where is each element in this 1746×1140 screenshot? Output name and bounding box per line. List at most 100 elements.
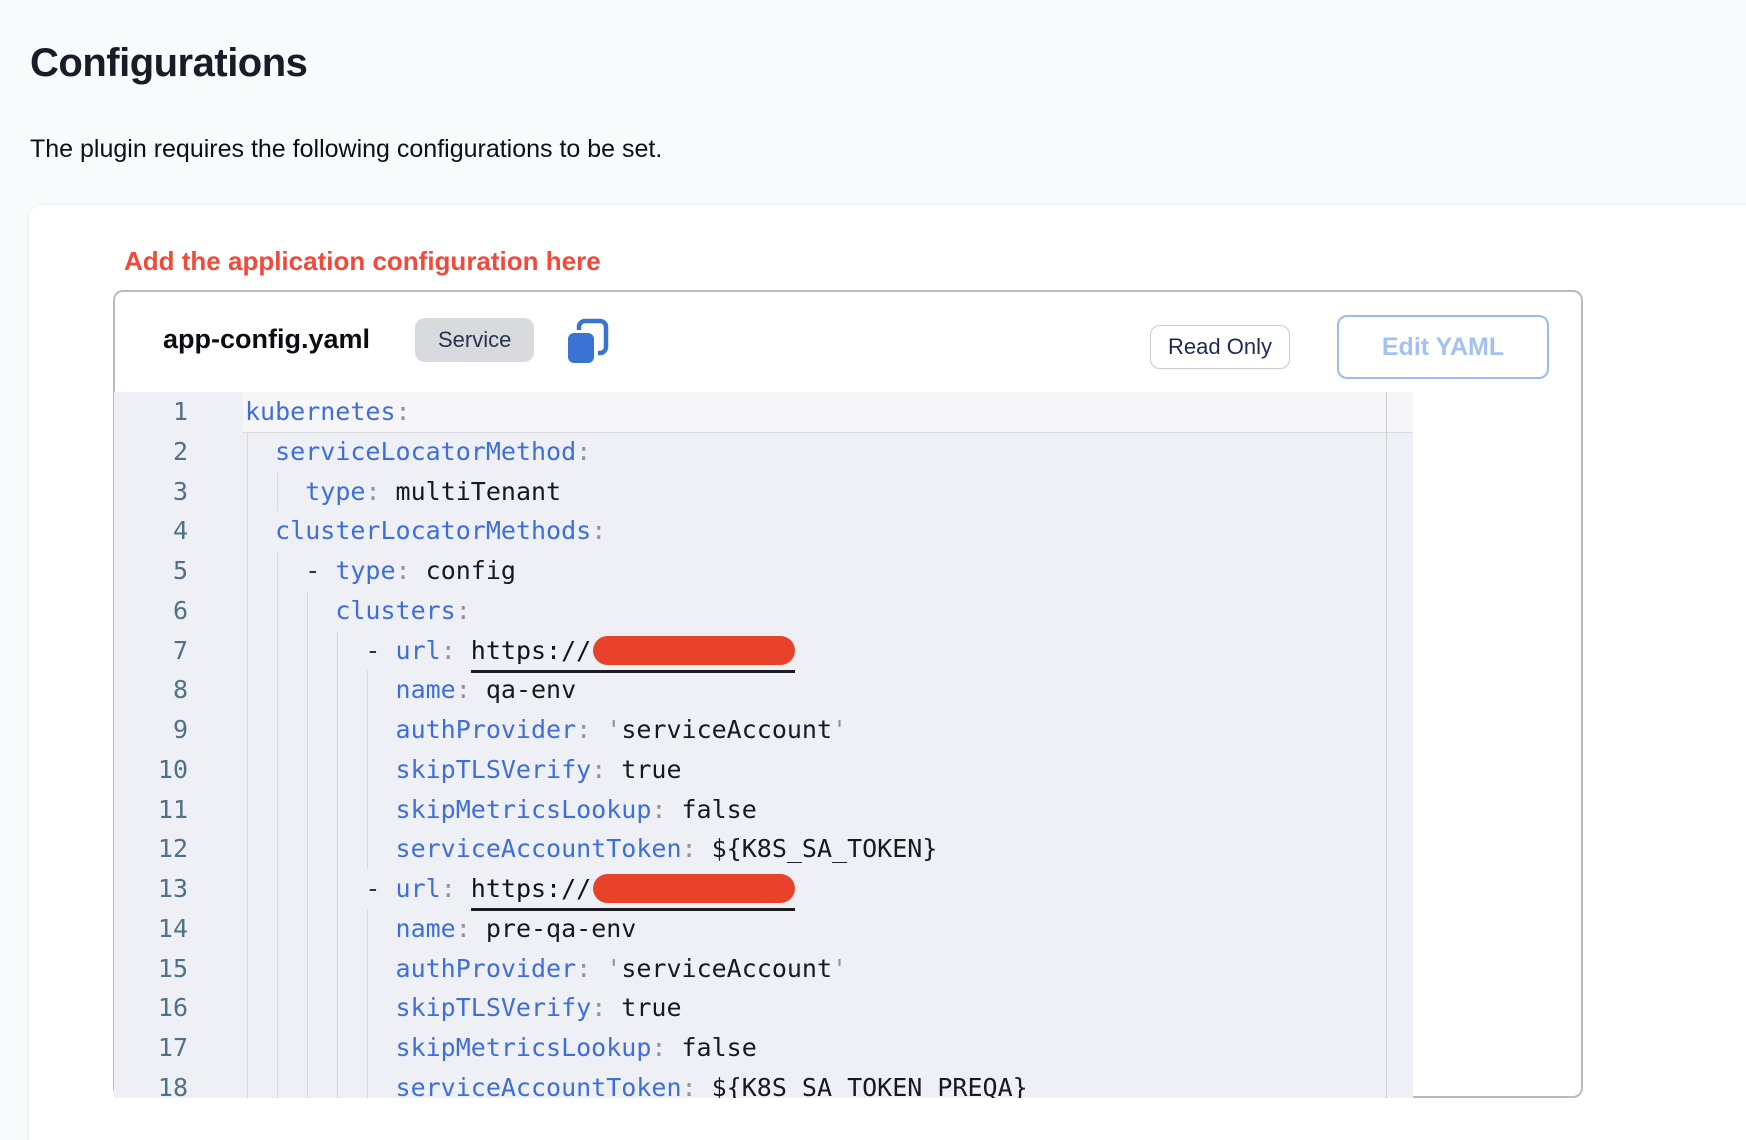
code-content: authProvider: 'serviceAccount' [205, 710, 1413, 750]
indent-guide [277, 869, 278, 909]
indent-guide [307, 1028, 308, 1068]
code-token: : [576, 715, 606, 744]
code-content: serviceAccountToken: ${K8S_SA_TOKEN} [205, 829, 1413, 869]
code-token [245, 993, 396, 1022]
code-content: name: qa-env [205, 670, 1413, 710]
indent-guide [307, 631, 308, 671]
code-content: clusters: [205, 591, 1413, 631]
code-token: config [426, 556, 516, 585]
editor-lines: 1kubernetes:2 serviceLocatorMethod:3 typ… [114, 392, 1413, 1098]
indent-guide [307, 591, 308, 631]
code-token: skipTLSVerify [396, 755, 592, 784]
indent-guide [247, 949, 248, 989]
code-token: : [456, 914, 486, 943]
indent-guide [277, 988, 278, 1028]
indent-guide [307, 869, 308, 909]
code-token [245, 1073, 396, 1098]
code-line: 5 - type: config [114, 551, 1413, 591]
edit-yaml-label: Edit YAML [1382, 333, 1504, 362]
indent-guide [337, 1068, 338, 1098]
indent-guide [247, 591, 248, 631]
code-token [245, 1033, 396, 1062]
code-line: 3 type: multiTenant [114, 472, 1413, 512]
code-content: kubernetes: [205, 392, 1413, 432]
code-token [245, 954, 396, 983]
line-number: 3 [114, 472, 205, 512]
code-content: serviceAccountToken: ${K8S_SA_TOKEN_PREQ… [205, 1068, 1413, 1098]
code-line: 4 clusterLocatorMethods: [114, 511, 1413, 551]
service-badge: Service [415, 318, 534, 362]
indent-guide [277, 710, 278, 750]
filename-label: app-config.yaml [163, 324, 370, 355]
indent-guide [307, 988, 308, 1028]
indent-guide [247, 670, 248, 710]
code-token: ' [606, 954, 621, 983]
code-token: clusters [335, 596, 455, 625]
indent-guide [247, 710, 248, 750]
code-content: - type: config [205, 551, 1413, 591]
read-only-button[interactable]: Read Only [1150, 325, 1290, 369]
code-token: ' [832, 715, 847, 744]
code-line: 7 - url: https:// [114, 631, 1413, 671]
page-title: Configurations [30, 41, 307, 86]
code-token [245, 636, 365, 665]
code-line: 13 - url: https:// [114, 869, 1413, 909]
indent-guide [337, 1028, 338, 1068]
indent-guide [367, 949, 368, 989]
yaml-editor[interactable]: 1kubernetes:2 serviceLocatorMethod:3 typ… [114, 392, 1413, 1098]
indent-guide [307, 790, 308, 830]
code-token [245, 556, 305, 585]
indent-guide [367, 829, 368, 869]
code-token [245, 874, 365, 903]
code-content: authProvider: 'serviceAccount' [205, 949, 1413, 989]
indent-guide [367, 710, 368, 750]
indent-guide [247, 1028, 248, 1068]
code-token: url [396, 874, 441, 903]
code-token: : [441, 636, 471, 665]
code-token: false [682, 1033, 757, 1062]
code-token: clusterLocatorMethods [275, 516, 591, 545]
code-content: type: multiTenant [205, 472, 1413, 512]
indent-guide [337, 909, 338, 949]
indent-guide [247, 988, 248, 1028]
indent-guide [247, 750, 248, 790]
indent-guide [247, 472, 248, 512]
code-token: name [396, 675, 456, 704]
edit-yaml-button[interactable]: Edit YAML [1337, 315, 1549, 379]
indent-guide [277, 591, 278, 631]
line-number: 15 [114, 949, 205, 989]
indent-guide [337, 790, 338, 830]
code-token: : [591, 755, 621, 784]
code-content: skipMetricsLookup: false [205, 1028, 1413, 1068]
indent-guide [367, 790, 368, 830]
code-token [245, 675, 396, 704]
page: Configurations The plugin requires the f… [0, 0, 1746, 1140]
indent-guide [247, 432, 248, 472]
code-line: 14 name: pre-qa-env [114, 909, 1413, 949]
copy-button[interactable] [563, 318, 611, 366]
indent-guide [247, 511, 248, 551]
line-number: 13 [114, 869, 205, 909]
code-content: skipTLSVerify: true [205, 750, 1413, 790]
indent-guide [337, 829, 338, 869]
code-token: name [396, 914, 456, 943]
indent-guide [247, 829, 248, 869]
indent-guide [277, 790, 278, 830]
code-line: 15 authProvider: 'serviceAccount' [114, 949, 1413, 989]
indent-guide [337, 670, 338, 710]
line-number: 1 [114, 392, 205, 432]
redacted-url [593, 636, 795, 665]
code-line: 9 authProvider: 'serviceAccount' [114, 710, 1413, 750]
indent-guide [337, 750, 338, 790]
code-token [245, 914, 396, 943]
redacted-url [593, 874, 795, 903]
code-token: false [682, 795, 757, 824]
code-token: pre-qa-env [486, 914, 637, 943]
copy-icon [563, 354, 611, 369]
code-token: type [335, 556, 395, 585]
line-number: 5 [114, 551, 205, 591]
indent-guide [307, 949, 308, 989]
indent-guide [367, 750, 368, 790]
line-number: 11 [114, 790, 205, 830]
code-token [245, 795, 396, 824]
